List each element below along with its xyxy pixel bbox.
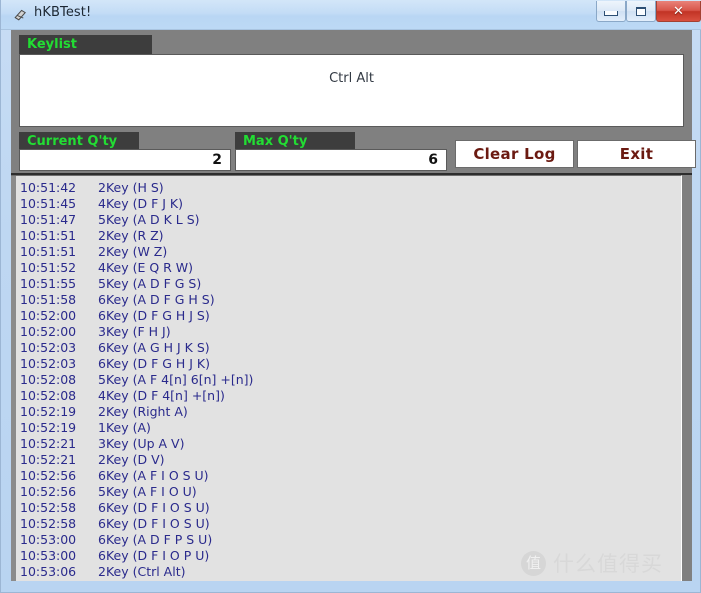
log-row-keys: 6Key (A F I O S U) [98, 468, 209, 483]
log-row[interactable]: 10:51:51 2Key (R Z) [20, 228, 681, 244]
max-qty-value: 6 [428, 152, 438, 168]
panel-right-strip [682, 175, 692, 581]
close-button[interactable]: ✕ [656, 1, 701, 22]
log-row-keys: 4Key (D F 4[n] +[n]) [98, 388, 225, 403]
log-row-keys: 6Key (A D F G H S) [98, 292, 215, 307]
log-row-time: 10:51:52 [20, 260, 77, 275]
log-row-keys: 5Key (A F I O U) [98, 484, 197, 499]
log-row-time: 10:51:42 [20, 180, 77, 195]
log-row-keys: 5Key (A F 4[n] 6[n] +[n]) [98, 372, 254, 387]
log-row-keys: 4Key (D F J K) [98, 196, 183, 211]
log-row-keys: 1Key (A) [98, 420, 151, 435]
log-row-keys: 2Key (Right A) [98, 404, 188, 419]
log-row-keys: 6Key (D F G H J K) [98, 356, 210, 371]
minimize-icon [604, 11, 618, 16]
close-icon: ✕ [673, 3, 684, 19]
log-row[interactable]: 10:52:00 3Key (F H J) [20, 324, 681, 340]
log-row[interactable]: 10:51:58 6Key (A D F G H S) [20, 292, 681, 308]
log-row-time: 10:52:00 [20, 308, 77, 323]
log-row[interactable]: 10:52:58 6Key (D F I O S U) [20, 516, 681, 532]
log-row-keys: 5Key (A D F G S) [98, 276, 202, 291]
log-row-keys: 6Key (D F G H J S) [98, 308, 210, 323]
log-row-time: 10:52:08 [20, 372, 77, 387]
log-row[interactable]: 10:52:03 6Key (A G H J K S) [20, 340, 681, 356]
log-row-time: 10:51:45 [20, 196, 77, 211]
log-row-time: 10:52:56 [20, 484, 77, 499]
log-row-time: 10:52:19 [20, 404, 77, 419]
log-row-time: 10:52:58 [20, 516, 77, 531]
exit-button[interactable]: Exit [577, 140, 696, 168]
log-row-time: 10:53:00 [20, 532, 77, 547]
log-row[interactable]: 10:52:56 6Key (A F I O S U) [20, 468, 681, 484]
log-row[interactable]: 10:51:51 2Key (W Z) [20, 244, 681, 260]
log-row-time: 10:51:58 [20, 292, 77, 307]
log-row-keys: 3Key (F H J) [98, 324, 171, 339]
log-row[interactable]: 10:51:45 4Key (D F J K) [20, 196, 681, 212]
log-row-time: 10:51:55 [20, 276, 77, 291]
log-row-time: 10:53:06 [20, 564, 77, 579]
keylist-display: Ctrl Alt [19, 54, 684, 127]
log-row[interactable]: 10:51:55 5Key (A D F G S) [20, 276, 681, 292]
log-row-keys: 6Key (D F I O S U) [98, 500, 210, 515]
log-row[interactable]: 10:51:47 5Key (A D K L S) [20, 212, 681, 228]
keylist-group-label: Keylist [19, 35, 152, 54]
log-row-time: 10:51:47 [20, 212, 77, 227]
log-row-time: 10:52:21 [20, 436, 77, 451]
maximize-icon [636, 6, 646, 16]
log-row[interactable]: 10:52:21 2Key (D V) [20, 452, 681, 468]
log-row-keys: 2Key (H S) [98, 180, 164, 195]
log-row[interactable]: 10:52:19 1Key (A) [20, 420, 681, 436]
log-row-time: 10:52:21 [20, 452, 77, 467]
log-row-keys: 3Key (Up A V) [98, 436, 185, 451]
log-row-time: 10:52:03 [20, 340, 77, 355]
log-row[interactable]: 10:52:00 6Key (D F G H J S) [20, 308, 681, 324]
application-window: hKBTest! ✕ Keylist Ctrl Alt Current Q'ty… [0, 0, 701, 593]
log-row-time: 10:51:51 [20, 244, 77, 259]
eraser-icon [12, 7, 28, 23]
max-qty-field: 6 [235, 149, 447, 171]
client-area: Keylist Ctrl Alt Current Q'ty 2 Max Q'ty… [11, 30, 696, 581]
window-title: hKBTest! [34, 5, 92, 20]
log-row-time: 10:52:58 [20, 500, 77, 515]
log-row[interactable]: 10:52:58 6Key (D F I O S U) [20, 500, 681, 516]
log-row[interactable]: 10:52:56 5Key (A F I O U) [20, 484, 681, 500]
log-row-time: 10:52:00 [20, 324, 77, 339]
log-row-keys: 4Key (E Q R W) [98, 260, 194, 275]
log-row[interactable]: 10:51:52 4Key (E Q R W) [20, 260, 681, 276]
keylist-value: Ctrl Alt [329, 71, 374, 86]
maximize-button[interactable] [626, 1, 656, 22]
log-row[interactable]: 10:51:42 2Key (H S) [20, 180, 681, 196]
current-qty-value: 2 [212, 152, 222, 168]
log-row-keys: 6Key (A D F P S U) [98, 532, 213, 547]
log-row[interactable]: 10:52:08 5Key (A F 4[n] 6[n] +[n]) [20, 372, 681, 388]
log-row-time: 10:52:19 [20, 420, 77, 435]
log-row-keys: 5Key (A D K L S) [98, 212, 200, 227]
log-row[interactable]: 10:53:00 6Key (D F I O P U) [20, 548, 681, 564]
log-row-keys: 6Key (D F I O P U) [98, 548, 210, 563]
log-row-time: 10:52:08 [20, 388, 77, 403]
log-row[interactable]: 10:52:08 4Key (D F 4[n] +[n]) [20, 388, 681, 404]
log-row-time: 10:53:00 [20, 548, 77, 563]
log-row-time: 10:52:03 [20, 356, 77, 371]
log-row[interactable]: 10:52:21 3Key (Up A V) [20, 436, 681, 452]
log-row-keys: 6Key (D F I O S U) [98, 516, 210, 531]
current-qty-field: 2 [19, 149, 231, 171]
minimize-button[interactable] [596, 1, 626, 22]
clear-log-button[interactable]: Clear Log [455, 140, 574, 168]
log-panel[interactable]: 10:51:42 2Key (H S) 10:51:45 4Key (D F J K)… [11, 175, 682, 581]
log-list[interactable]: 10:51:42 2Key (H S) 10:51:45 4Key (D F J K)… [16, 177, 681, 581]
log-row-keys: 2Key (R Z) [98, 228, 164, 243]
log-row-keys: 6Key (A G H J K S) [98, 340, 210, 355]
log-row-keys: 2Key (D V) [98, 452, 165, 467]
log-row[interactable]: 10:53:00 6Key (A D F P S U) [20, 532, 681, 548]
log-row[interactable]: 10:53:06 2Key (Ctrl Alt) [20, 564, 681, 580]
log-row-time: 10:52:56 [20, 468, 77, 483]
log-row-keys: 2Key (W Z) [98, 244, 168, 259]
log-row[interactable]: 10:52:03 6Key (D F G H J K) [20, 356, 681, 372]
log-row-time: 10:51:51 [20, 228, 77, 243]
log-row[interactable]: 10:52:19 2Key (Right A) [20, 404, 681, 420]
log-row-keys: 2Key (Ctrl Alt) [98, 564, 186, 579]
title-bar[interactable]: hKBTest! ✕ [1, 0, 701, 30]
